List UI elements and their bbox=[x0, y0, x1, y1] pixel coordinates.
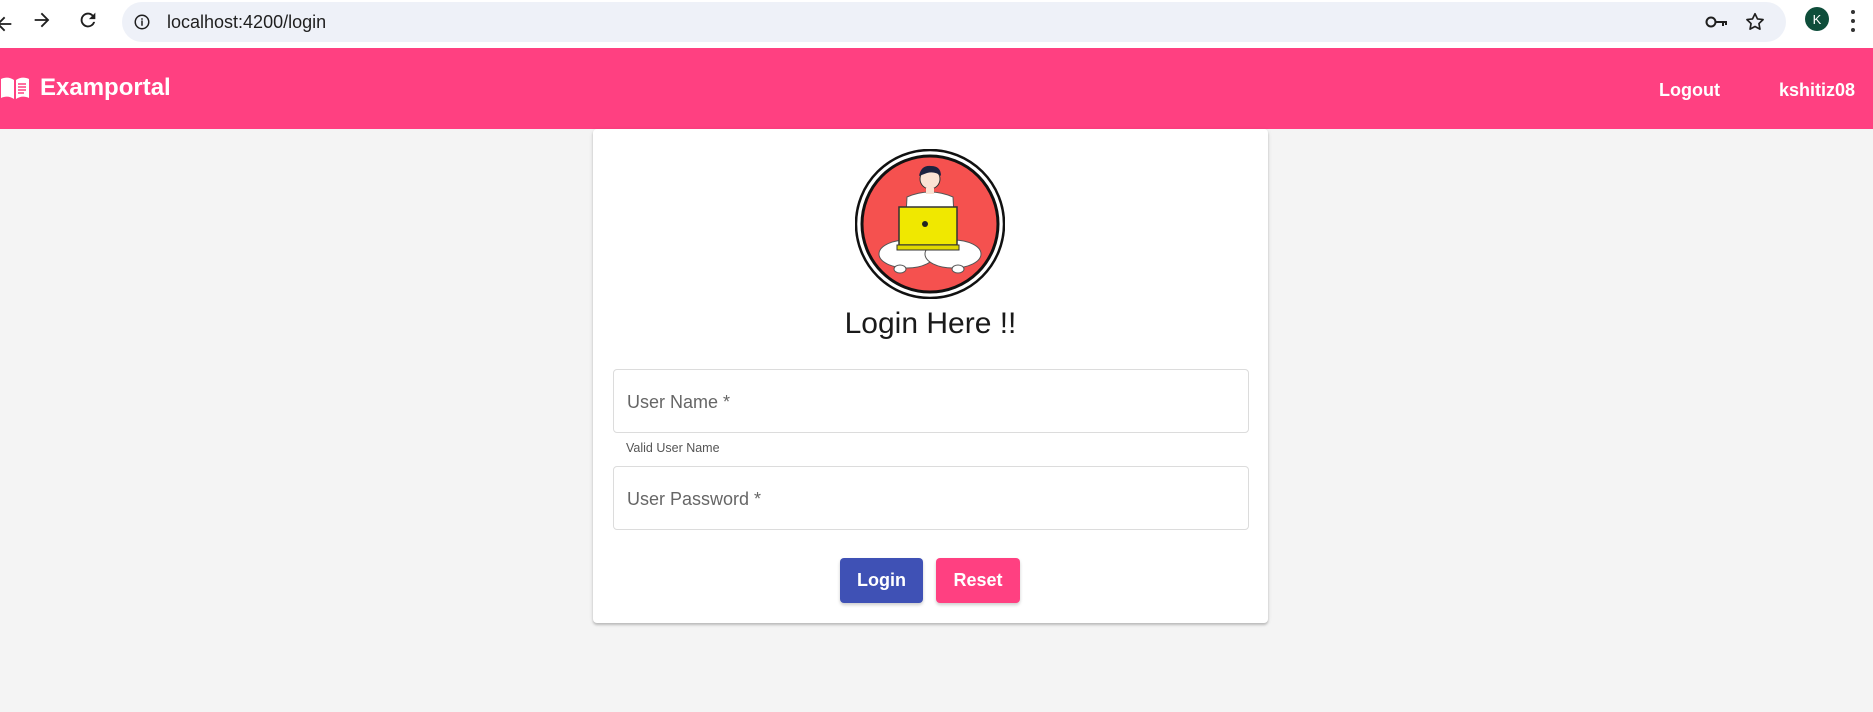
brand-title: Examportal bbox=[40, 74, 171, 101]
url-text[interactable]: localhost:4200/login bbox=[167, 12, 326, 33]
reset-button[interactable]: Reset bbox=[936, 558, 1020, 603]
menu-book-icon bbox=[1, 77, 29, 99]
username-link[interactable]: kshitiz08 bbox=[1779, 80, 1855, 101]
browser-toolbar: localhost:4200/login K bbox=[0, 0, 1873, 48]
login-button[interactable]: Login bbox=[840, 558, 923, 603]
key-icon[interactable] bbox=[1704, 10, 1730, 34]
username-input[interactable] bbox=[614, 370, 1248, 432]
username-hint: Valid User Name bbox=[626, 441, 720, 455]
profile-avatar[interactable]: K bbox=[1805, 7, 1829, 31]
reload-icon[interactable] bbox=[70, 2, 106, 38]
user-laptop-avatar bbox=[855, 149, 1005, 299]
info-icon[interactable] bbox=[130, 10, 154, 34]
login-card: Login Here !! User Name * Valid User Nam… bbox=[593, 129, 1268, 623]
login-title: Login Here !! bbox=[844, 307, 1017, 340]
forward-arrow-icon[interactable] bbox=[24, 2, 60, 38]
back-arrow-icon[interactable] bbox=[0, 6, 22, 42]
password-field[interactable]: User Password * bbox=[613, 466, 1249, 530]
address-bar[interactable]: localhost:4200/login bbox=[122, 2, 1786, 42]
password-input[interactable] bbox=[614, 467, 1248, 529]
more-vert-icon[interactable] bbox=[1843, 8, 1863, 34]
star-icon[interactable] bbox=[1742, 9, 1768, 35]
username-field[interactable]: User Name * bbox=[613, 369, 1249, 433]
logout-link[interactable]: Logout bbox=[1659, 80, 1720, 101]
app-toolbar: Examportal Logout kshitiz08 bbox=[0, 48, 1873, 129]
brand[interactable]: Examportal bbox=[0, 74, 171, 102]
